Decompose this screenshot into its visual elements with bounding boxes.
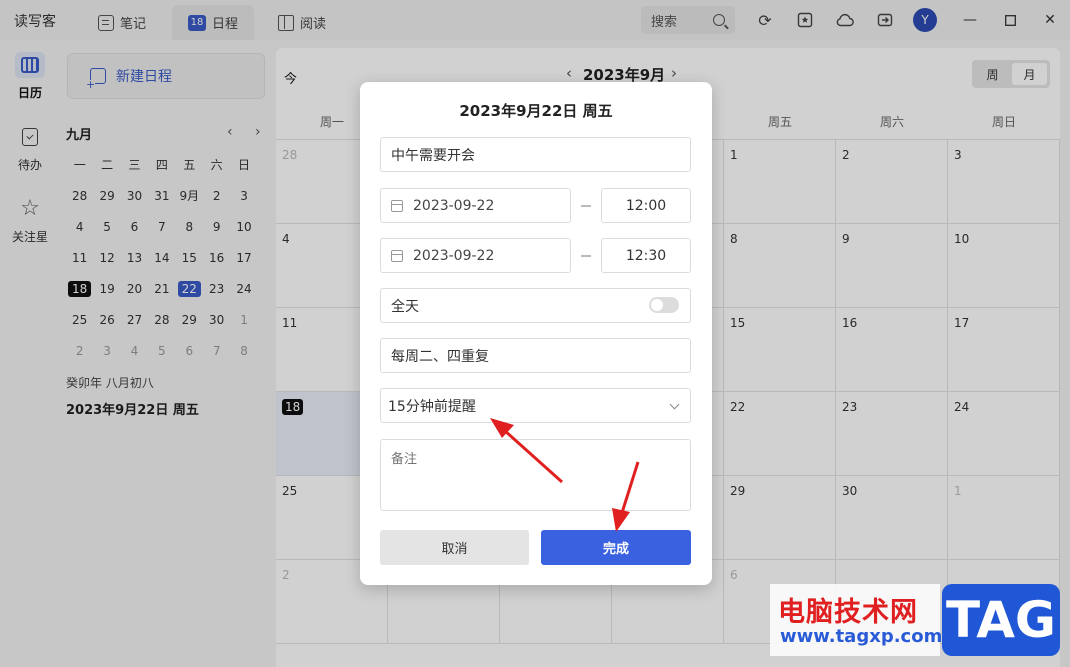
chevron-down-icon: [669, 399, 680, 410]
all-day-row: 全天: [380, 288, 691, 323]
repeat-value: 每周二、四重复: [391, 348, 489, 365]
notes-input[interactable]: [380, 439, 691, 511]
reminder-select[interactable]: 15分钟前提醒: [380, 388, 691, 423]
event-dialog: 2023年9月22日 周五 中午需要开会 2023-09-22 12:00 20…: [360, 82, 712, 585]
all-day-toggle[interactable]: [649, 297, 679, 313]
done-button[interactable]: 完成: [541, 530, 691, 565]
end-time-value: 12:30: [625, 247, 667, 264]
calendar-icon: [391, 199, 403, 212]
all-day-label: 全天: [391, 298, 419, 315]
start-date-value: 2023-09-22: [413, 197, 495, 214]
watermark-text: 电脑技术网: [778, 597, 918, 628]
event-title-value: 中午需要开会: [391, 147, 475, 164]
end-date-value: 2023-09-22: [413, 247, 495, 264]
cancel-button[interactable]: 取消: [380, 530, 529, 565]
watermark-logo: TAG: [942, 584, 1060, 656]
end-date-field[interactable]: 2023-09-22: [380, 238, 571, 273]
reminder-value: 15分钟前提醒: [388, 398, 476, 415]
start-date-field[interactable]: 2023-09-22: [380, 188, 571, 223]
watermark-url: www.tagxp.com: [780, 626, 943, 647]
event-title-input[interactable]: 中午需要开会: [380, 137, 691, 172]
range-dash: [581, 205, 591, 207]
range-dash: [581, 255, 591, 257]
end-time-field[interactable]: 12:30: [601, 238, 691, 273]
repeat-field[interactable]: 每周二、四重复: [380, 338, 691, 373]
start-time-field[interactable]: 12:00: [601, 188, 691, 223]
dialog-title: 2023年9月22日 周五: [459, 102, 613, 120]
calendar-icon: [391, 249, 403, 262]
start-time-value: 12:00: [625, 197, 667, 214]
